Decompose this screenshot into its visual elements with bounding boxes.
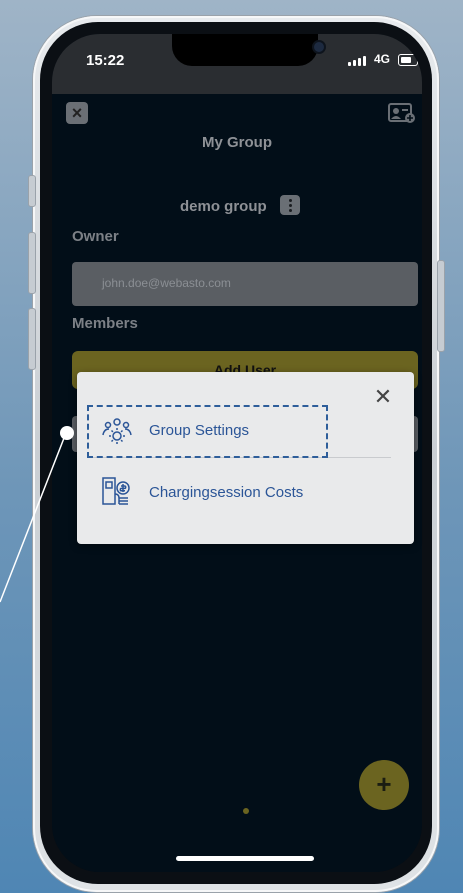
callout-dot	[60, 426, 74, 440]
phone-mute-switch	[28, 175, 36, 207]
close-icon[interactable]: ×	[66, 102, 88, 124]
menu-item-label: Chargingsession Costs	[149, 484, 304, 501]
callout-line	[0, 432, 67, 603]
battery-icon	[398, 54, 418, 66]
phone-power-button	[437, 260, 445, 352]
charging-costs-icon	[102, 477, 130, 505]
phone-volume-up	[28, 232, 36, 294]
owner-email-field: john.doe@webasto.com	[72, 262, 418, 306]
menu-item-chargingsession-costs[interactable]: Chargingsession Costs	[77, 464, 414, 522]
home-indicator[interactable]	[176, 856, 314, 861]
contact-card-add-icon[interactable]	[388, 102, 416, 124]
owner-email: john.doe@webasto.com	[102, 276, 231, 290]
members-label: Members	[72, 315, 138, 332]
group-name: demo group	[180, 198, 267, 215]
camera-icon	[312, 40, 326, 54]
highlight-box	[87, 405, 328, 458]
phone-volume-down	[28, 308, 36, 370]
options-modal: ✕ Group Settings Chargingsession Costs	[77, 372, 414, 544]
battery-level	[401, 57, 411, 63]
status-time: 15:22	[86, 52, 125, 69]
page-title: My Group	[202, 134, 272, 151]
signal-bars-icon	[348, 56, 366, 66]
owner-label: Owner	[72, 228, 119, 245]
status-bar: 15:22 4G	[52, 34, 422, 94]
page-indicator	[243, 808, 249, 814]
phone-notch	[172, 34, 326, 66]
plus-icon: +	[376, 769, 392, 799]
network-type: 4G	[374, 52, 391, 66]
add-fab-button[interactable]: +	[359, 760, 409, 810]
kebab-menu-icon[interactable]	[280, 195, 300, 215]
